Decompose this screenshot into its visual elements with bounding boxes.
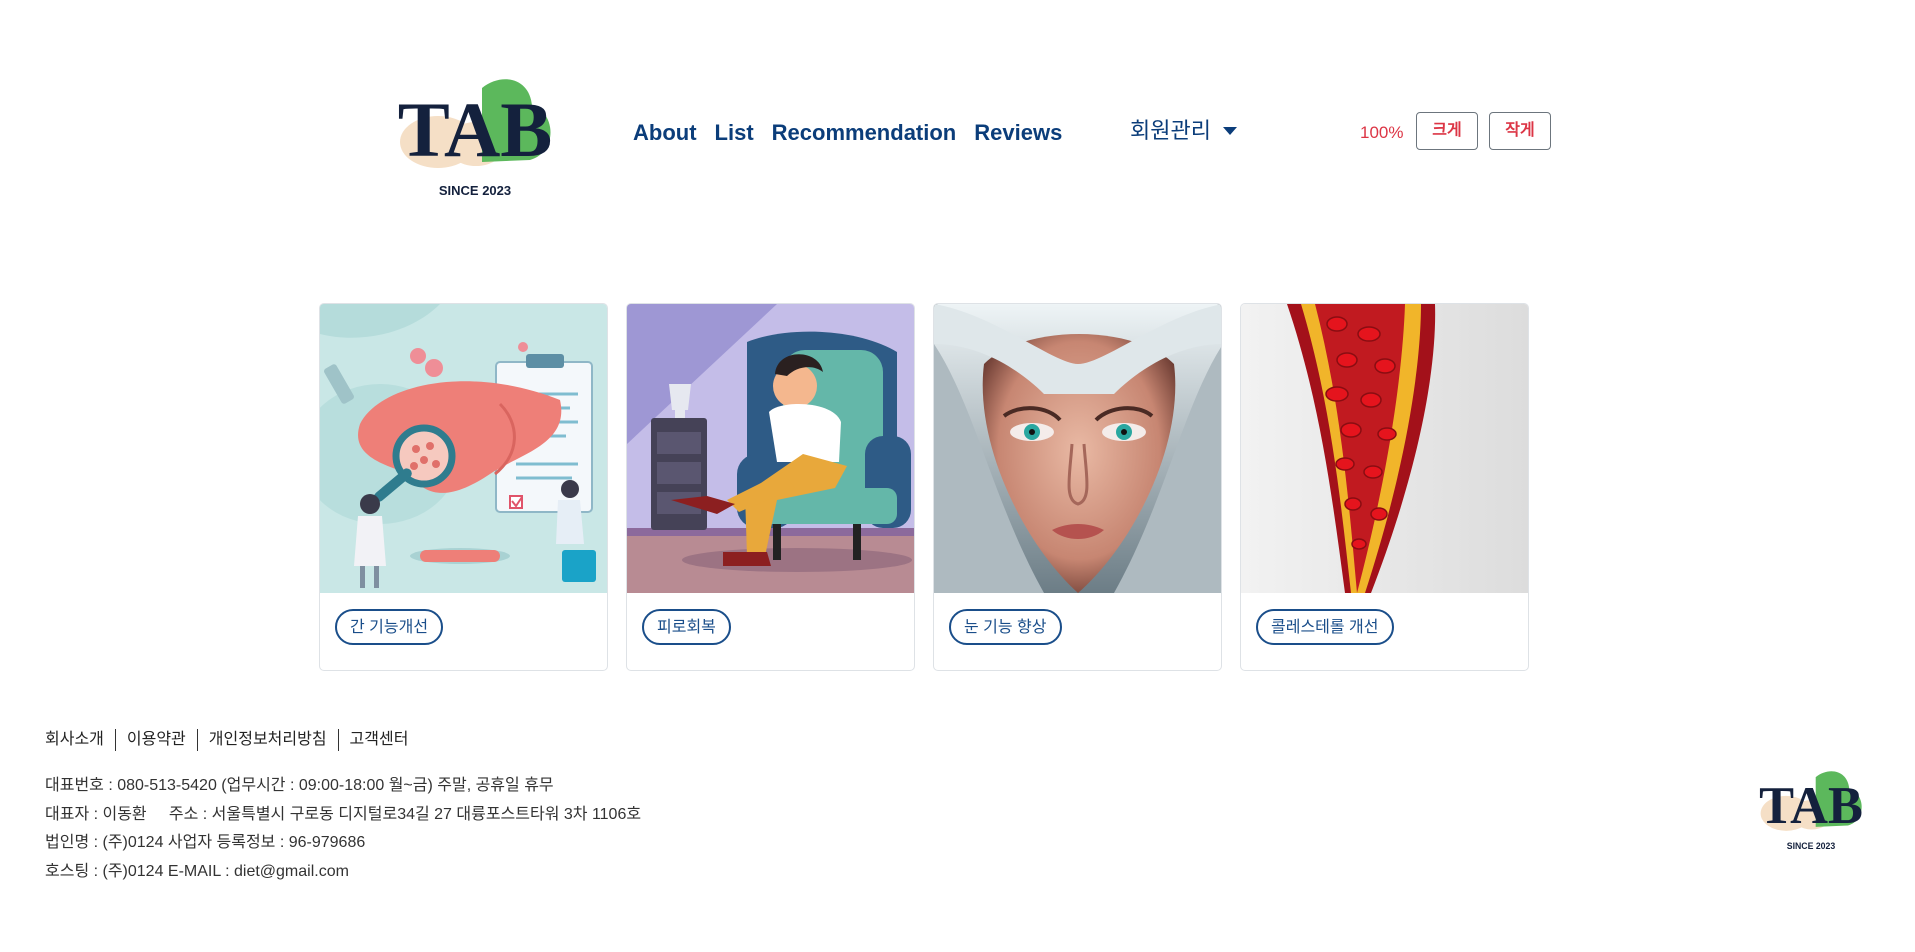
brand-logo[interactable]: TAB SINCE 2023 xyxy=(390,70,560,198)
tag-eyes-button[interactable]: 눈 기능 향상 xyxy=(949,609,1062,645)
footer-logo-text: TAB xyxy=(1759,777,1863,835)
logo-text: TAB xyxy=(398,86,553,173)
card-fatigue[interactable]: 피로회복 xyxy=(626,303,915,671)
member-menu-label: 회원관리 xyxy=(1130,118,1211,143)
woman-eyes-portrait-image[interactable] xyxy=(934,304,1221,593)
footer-info-address: 대표자 : 이동환 주소 : 서울특별시 구로동 디지털로34길 27 대륭포스… xyxy=(45,805,642,823)
zoom-level: 100% xyxy=(1360,123,1404,142)
tag-liver-button[interactable]: 간 기능개선 xyxy=(335,609,444,645)
footer-link-terms[interactable]: 이용약관 xyxy=(114,729,197,751)
footer-info-business: 법인명 : (주)0124 사업자 등록정보 : 96-979686 xyxy=(45,834,366,851)
main-nav: About List Recommendation Reviews xyxy=(632,118,1071,148)
footer-info-hosting: 호스팅 : (주)0124 E-MAIL : diet@gmail.com xyxy=(45,862,349,880)
footer-logo: TAB SINCE 2023 xyxy=(1752,765,1870,851)
footer-link-privacy[interactable]: 개인정보처리방침 xyxy=(196,729,338,751)
nav-reviews[interactable]: Reviews xyxy=(965,118,1071,148)
card-eyes[interactable]: 눈 기능 향상 xyxy=(933,303,1222,671)
card-liver[interactable]: 간 기능개선 xyxy=(319,303,608,671)
footer-link-company[interactable]: 회사소개 xyxy=(45,729,115,751)
nav-about[interactable]: About xyxy=(632,118,706,148)
zoom-smaller-button[interactable]: 작게 xyxy=(1489,112,1551,150)
footer-company-info: 대표번호 : 080-513-5420 (업무시간 : 09:00-18:00 … xyxy=(45,772,641,886)
footer-logo-since: SINCE 2023 xyxy=(1787,841,1836,851)
tag-cholesterol-button[interactable]: 콜레스테롤 개선 xyxy=(1256,609,1394,645)
member-management-dropdown[interactable]: 회원관리 xyxy=(1130,116,1237,146)
blood-vessel-illustration-image[interactable] xyxy=(1241,304,1528,593)
footer-link-support[interactable]: 고객센터 xyxy=(337,729,420,751)
product-cards: 간 기능개선 피로회복 눈 기능 향상 콜레스테롤 개선 xyxy=(319,303,1529,671)
logo-since: SINCE 2023 xyxy=(439,183,511,198)
tired-man-illustration-image[interactable] xyxy=(627,304,914,593)
footer-links: 회사소개 이용약관 개인정보처리방침 고객센터 xyxy=(45,729,419,751)
footer-info-phone: 대표번호 : 080-513-5420 (업무시간 : 09:00-18:00 … xyxy=(45,777,554,794)
tag-fatigue-button[interactable]: 피로회복 xyxy=(642,609,731,645)
card-cholesterol[interactable]: 콜레스테롤 개선 xyxy=(1240,303,1529,671)
zoom-bigger-button[interactable]: 크게 xyxy=(1416,112,1478,150)
nav-list[interactable]: List xyxy=(706,118,763,148)
caret-down-icon xyxy=(1222,127,1237,135)
liver-illustration-image[interactable] xyxy=(320,304,607,593)
nav-recommendation[interactable]: Recommendation xyxy=(763,118,966,148)
